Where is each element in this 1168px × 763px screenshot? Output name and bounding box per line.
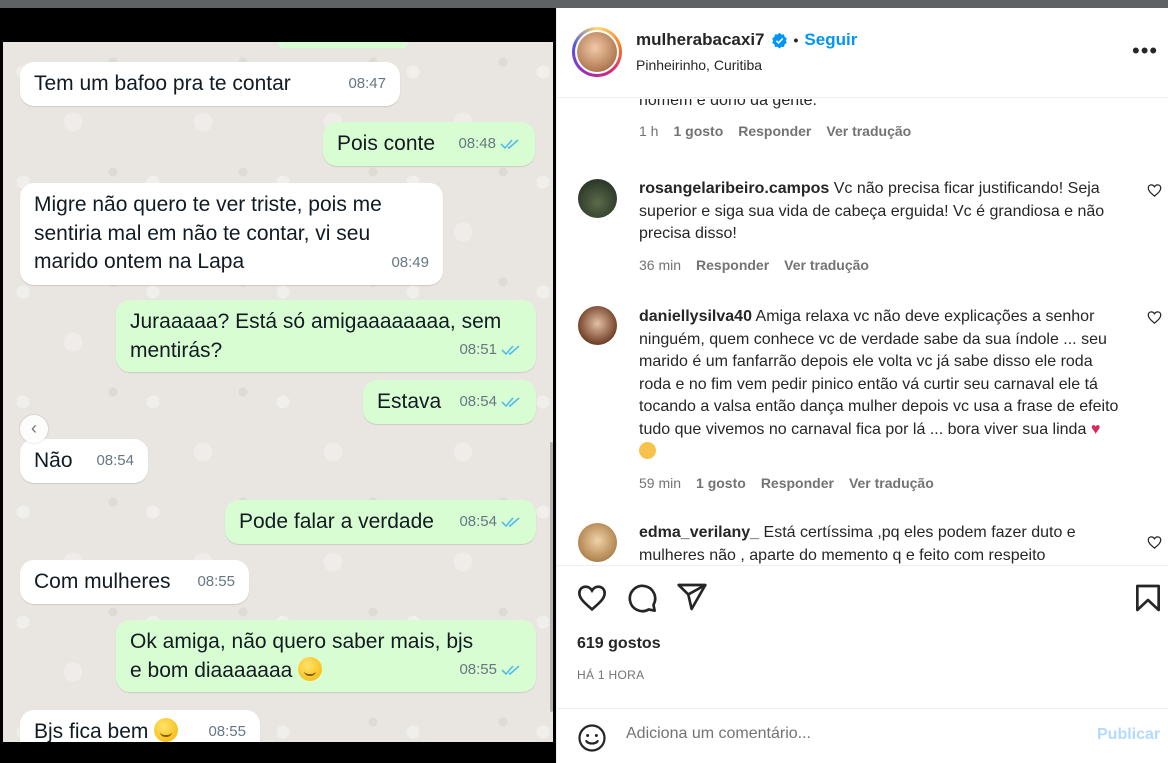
comment-bubble-icon[interactable] (626, 582, 658, 614)
post-actions: 619 gostos HÁ 1 HORA (557, 565, 1168, 715)
chat-message-time: 08:54 (96, 451, 134, 469)
read-ticks-icon (500, 139, 519, 149)
like-heart-icon[interactable] (576, 582, 608, 614)
comment-reply-button[interactable]: Responder (696, 257, 769, 273)
more-options-icon[interactable]: ••• (1132, 38, 1158, 64)
header-separator: • (793, 32, 799, 48)
chat-message: Pode falar a verdade 08:54 (225, 500, 536, 544)
commenter-avatar[interactable] (578, 179, 617, 218)
comment-time[interactable]: 36 min (639, 257, 681, 273)
comment-text: homem e dono da gente. (639, 99, 817, 109)
comment-reply-button[interactable]: Responder (738, 123, 811, 139)
comment-translate-button[interactable]: Ver tradução (784, 257, 869, 273)
read-ticks-icon (501, 345, 520, 355)
comment-reply-button[interactable]: Responder (761, 475, 834, 491)
comment-time[interactable]: 1 h (639, 123, 658, 139)
comment-likes[interactable]: 1 gosto (696, 475, 746, 491)
read-ticks-icon (501, 665, 520, 675)
commenter-avatar[interactable] (578, 306, 617, 345)
author-username[interactable]: mulherabacaxi7 (636, 30, 765, 50)
comment-time[interactable]: 59 min (639, 475, 681, 491)
post-time[interactable]: HÁ 1 HORA (577, 668, 644, 682)
chat-screenshot: Tem um bafoo pra te contar 08:47 Pois co… (3, 42, 553, 742)
comment-input[interactable] (626, 725, 1076, 743)
add-comment-bar: Publicar (557, 708, 1168, 763)
post-media: Tem um bafoo pra te contar 08:47 Pois co… (0, 8, 556, 763)
chat-message: Com mulheres 08:55 (20, 560, 249, 604)
window-top-bar (0, 0, 1168, 8)
smiling-hearts-emoji-icon (154, 718, 179, 742)
chat-message: Ok amiga, não quero saber mais, bjs e bo… (116, 620, 536, 692)
chat-scrollbar (550, 442, 553, 712)
chat-message: Bjs fica bem 08:55 (20, 710, 260, 742)
chat-message-time: 08:49 (391, 253, 429, 271)
chat-message-time: 08:55 (197, 572, 235, 590)
chat-message-time: 08:54 (459, 512, 497, 530)
commenter-avatar[interactable] (578, 523, 617, 562)
carousel-previous-button[interactable]: ‹ (20, 415, 48, 443)
post-side-panel: mulherabacaxi7 • Seguir Pinheirinho, Cur… (556, 8, 1168, 763)
comment-username[interactable]: daniellysilva40 (639, 308, 752, 325)
chat-message: Juraaaaa? Está só amigaaaaaaaa, sem ment… (116, 300, 536, 372)
chat-message: Migre não quero te ver triste, pois me s… (20, 183, 443, 285)
red-heart-emoji-icon: ♥ (1090, 420, 1101, 438)
chat-message-text: Bjs fica bem (34, 720, 149, 742)
chat-message-time: 08:47 (348, 74, 386, 92)
previous-message-edge (278, 42, 408, 48)
chat-message-time: 08:51 (459, 340, 497, 358)
share-send-icon[interactable] (676, 581, 708, 613)
post-location[interactable]: Pinheirinho, Curitiba (636, 57, 762, 73)
chat-message-time: 08:48 (458, 134, 496, 152)
comment-like-heart-icon[interactable] (1147, 310, 1162, 325)
comment-translate-button[interactable]: Ver tradução (826, 123, 911, 139)
chat-message-text: Migre não quero te ver triste, pois me s… (34, 193, 382, 273)
chat-message: Tem um bafoo pra te contar 08:47 (20, 62, 400, 106)
comments-list: homem e dono da gente. 1 h 1 gosto Respo… (557, 99, 1168, 565)
publish-button[interactable]: Publicar (1097, 726, 1160, 744)
author-avatar[interactable] (572, 27, 622, 77)
comment-username[interactable]: edma_verilany_ (639, 524, 759, 541)
chat-message: Estava 08:54 (363, 380, 536, 424)
post-header: mulherabacaxi7 • Seguir Pinheirinho, Cur… (557, 8, 1168, 98)
likes-count[interactable]: 619 gostos (577, 635, 661, 653)
comment-likes[interactable]: 1 gosto (673, 123, 723, 139)
chat-message-text: Tem um bafoo pra te contar (34, 72, 291, 95)
follow-button[interactable]: Seguir (804, 30, 857, 50)
comment-like-heart-icon[interactable] (1147, 535, 1162, 550)
chat-message: Não 08:54 (20, 439, 148, 483)
read-ticks-icon (501, 517, 520, 527)
verified-badge-icon (771, 32, 787, 48)
comment-text: Amiga relaxa vc não deve explicações a s… (639, 308, 1119, 438)
save-bookmark-icon[interactable] (1132, 582, 1164, 614)
comment-translate-button[interactable]: Ver tradução (849, 475, 934, 491)
comment-username[interactable]: rosangelaribeiro.campos (639, 180, 829, 197)
pensive-face-emoji-icon (298, 656, 323, 681)
read-ticks-icon (501, 397, 520, 407)
comment-like-heart-icon[interactable] (1147, 183, 1162, 198)
chat-message-time: 08:55 (208, 722, 246, 740)
emoji-picker-icon[interactable] (577, 723, 607, 753)
kiss-face-emoji-icon (639, 442, 656, 459)
chat-message: Pois conte 08:48 (323, 122, 535, 166)
chat-message-time: 08:55 (459, 660, 497, 678)
chat-message-time: 08:54 (459, 392, 497, 410)
